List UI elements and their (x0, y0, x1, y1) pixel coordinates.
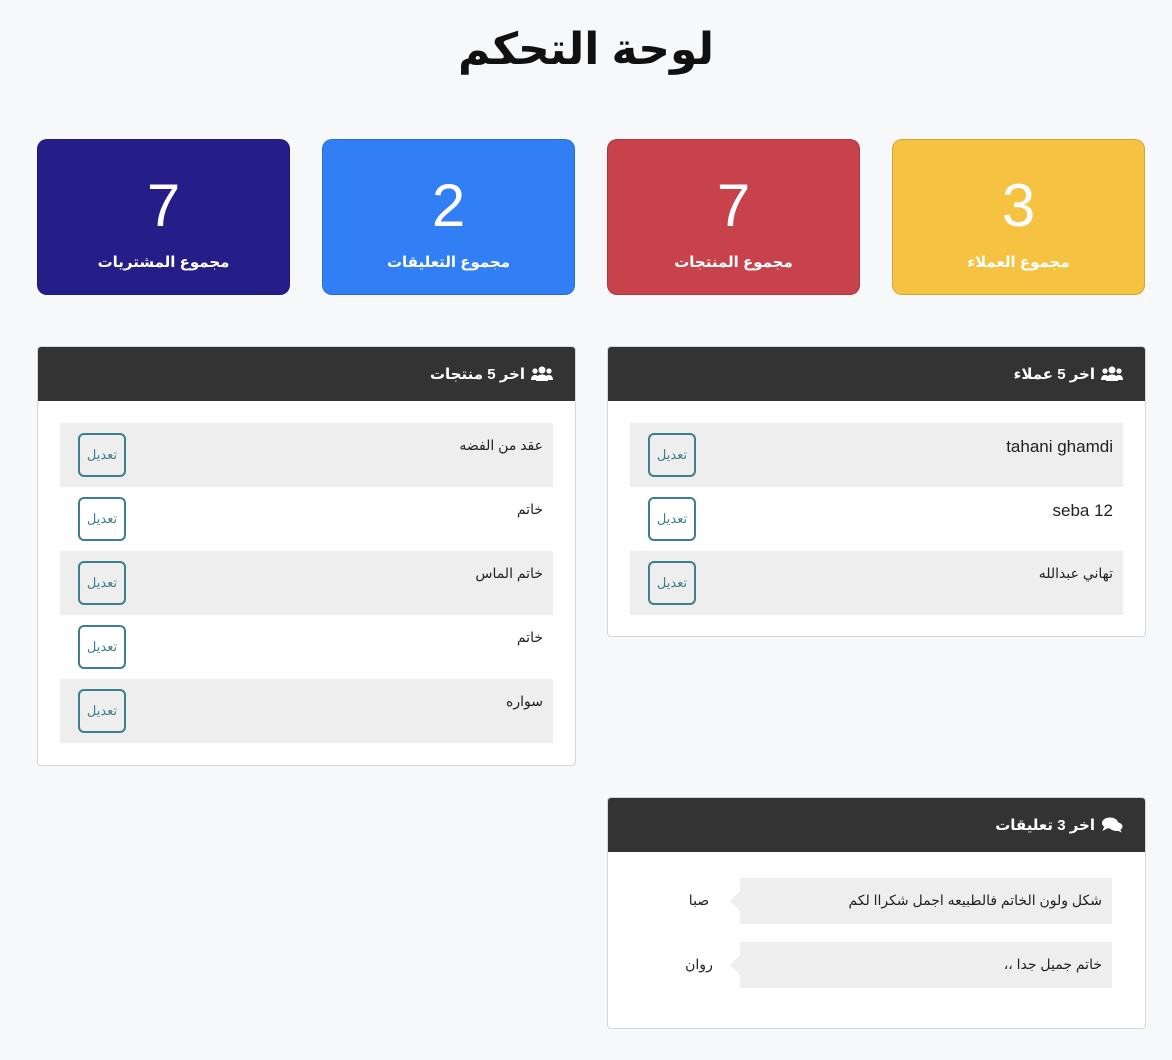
users-icon (1101, 366, 1123, 382)
stat-card-products: 7 مجموع المنتجات (607, 139, 860, 295)
comment-bubble: خاتم جميل جدا ،، (730, 942, 1112, 988)
latest-comments-header: اخر 3 تعليقات (608, 798, 1145, 852)
edit-button[interactable]: تعديل (648, 561, 696, 605)
list-item: خاتم تعديل (60, 487, 553, 551)
comments-icon (1101, 817, 1123, 833)
comment-bubble: شكل ولون الخاتم فالطبيعه اجمل شكراا لكم (730, 878, 1112, 924)
comment-item: صبا شكل ولون الخاتم فالطبيعه اجمل شكراا … (641, 878, 1112, 924)
customer-name: seba 12 (1052, 501, 1114, 520)
customer-name: tahani ghamdi (1006, 437, 1113, 456)
customer-name: تهاني عبدالله (1038, 565, 1113, 581)
edit-button[interactable]: تعديل (78, 497, 126, 541)
latest-products-title: اخر 5 منتجات (429, 366, 525, 383)
edit-button[interactable]: تعديل (78, 561, 126, 605)
latest-products-header: اخر 5 منتجات (38, 347, 575, 401)
comment-author: صبا (688, 892, 710, 908)
latest-customers-panel: اخر 5 عملاء tahani ghamdi تعديل seba 12 … (607, 346, 1146, 637)
product-name: عقد من الفضه (459, 437, 543, 453)
product-name: خاتم (516, 629, 543, 645)
users-icon (531, 366, 553, 382)
product-name: خاتم الماس (475, 565, 543, 581)
list-item: عقد من الفضه تعديل (60, 423, 553, 487)
comment-item: روان خاتم جميل جدا ،، (641, 942, 1112, 988)
stat-value-customers: 3 (1001, 172, 1036, 239)
stat-card-purchases: 7 مجموع المشتريات (37, 139, 290, 295)
product-name: خاتم (516, 501, 543, 517)
list-item: تهاني عبدالله تعديل (630, 551, 1123, 615)
list-item: سواره تعديل (60, 679, 553, 743)
stat-card-comments: 2 مجموع التعليقات (322, 139, 575, 295)
stat-label-comments: مجموع التعليقات (386, 254, 511, 271)
stat-value-products: 7 (716, 172, 751, 239)
page-title: لوحة التحكم (457, 25, 715, 74)
latest-comments-title: اخر 3 تعليقات (995, 817, 1095, 834)
edit-button[interactable]: تعديل (78, 689, 126, 733)
stat-card-customers: 3 مجموع العملاء (892, 139, 1145, 295)
stat-label-products: مجموع المنتجات (674, 254, 793, 271)
latest-customers-header: اخر 5 عملاء (608, 347, 1145, 401)
list-item: tahani ghamdi تعديل (630, 423, 1123, 487)
edit-button[interactable]: تعديل (648, 433, 696, 477)
latest-customers-title: اخر 5 عملاء (1013, 366, 1095, 383)
latest-comments-panel: اخر 3 تعليقات صبا شكل ولون الخاتم فالطبي… (607, 797, 1146, 1029)
stat-label-customers: مجموع العملاء (967, 254, 1070, 271)
list-item: seba 12 تعديل (630, 487, 1123, 551)
comment-author: روان (685, 956, 713, 972)
latest-products-panel: اخر 5 منتجات عقد من الفضه تعديل خاتم تعد… (37, 346, 576, 766)
edit-button[interactable]: تعديل (78, 433, 126, 477)
stat-label-purchases: مجموع المشتريات (97, 254, 230, 271)
list-item: خاتم تعديل (60, 615, 553, 679)
edit-button[interactable]: تعديل (648, 497, 696, 541)
list-item: خاتم الماس تعديل (60, 551, 553, 615)
edit-button[interactable]: تعديل (78, 625, 126, 669)
product-name: سواره (506, 693, 543, 709)
stat-value-comments: 2 (431, 172, 466, 239)
stat-value-purchases: 7 (146, 172, 181, 239)
